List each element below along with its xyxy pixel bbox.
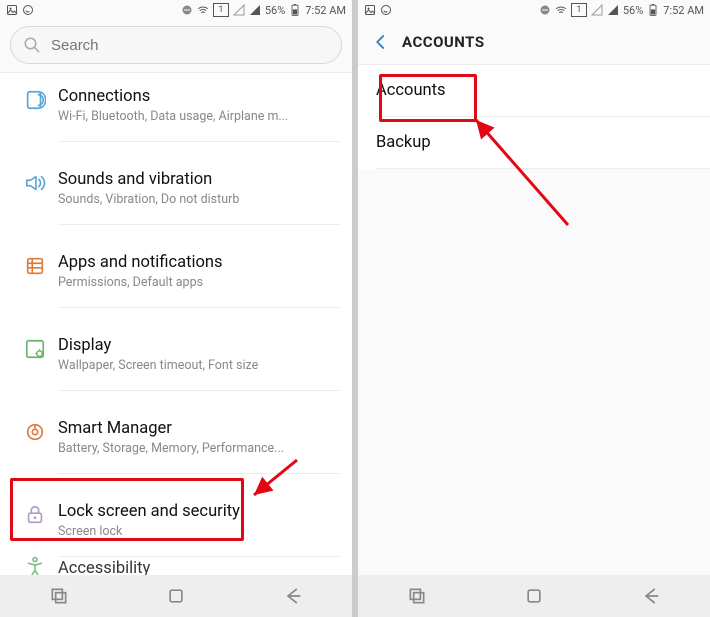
row-accounts[interactable]: Accounts: [358, 65, 710, 116]
smart-icon: [24, 421, 46, 447]
recents-button[interactable]: [44, 581, 74, 611]
search-icon: [23, 36, 41, 54]
row-title: Display: [58, 336, 340, 355]
row-subtitle: Sounds, Vibration, Do not disturb: [58, 192, 318, 207]
home-button[interactable]: [519, 581, 549, 611]
sim-icon: 1: [571, 3, 587, 17]
row-smart[interactable]: Smart Manager Battery, Storage, Memory, …: [0, 405, 352, 488]
search-box[interactable]: [10, 26, 342, 64]
phone-settings: 1 56% 7:52 AM Connectio: [0, 0, 352, 617]
clock-text: 7:52 AM: [663, 4, 704, 17]
accounts-header: ACCOUNTS: [358, 20, 710, 64]
row-subtitle: Screen lock: [58, 524, 318, 539]
android-nav-bar: [0, 575, 352, 617]
wifi-icon: [197, 4, 209, 16]
signal-nosim-icon: [233, 4, 245, 16]
row-subtitle: Wallpaper, Screen timeout, Font size: [58, 358, 318, 373]
settings-list: Connections Wi-Fi, Bluetooth, Data usage…: [0, 72, 352, 575]
connections-icon: [24, 89, 46, 115]
android-nav-bar: [358, 575, 710, 617]
row-backup[interactable]: Backup: [358, 117, 710, 168]
row-connections[interactable]: Connections Wi-Fi, Bluetooth, Data usage…: [0, 73, 352, 156]
whatsapp-icon: [22, 4, 34, 16]
accessibility-icon: [24, 555, 46, 575]
row-title: Connections: [58, 87, 340, 106]
signal-icon: [249, 4, 261, 16]
whatsapp-icon: [380, 4, 392, 16]
dnd-icon: [539, 4, 551, 16]
row-subtitle: Wi-Fi, Bluetooth, Data usage, Airplane m…: [58, 109, 318, 124]
row-title: Lock screen and security: [58, 502, 340, 521]
header-title: ACCOUNTS: [402, 33, 485, 51]
image-icon: [6, 4, 18, 16]
back-button[interactable]: [278, 581, 308, 611]
status-bar: 1 56% 7:52 AM: [358, 0, 710, 20]
recents-button[interactable]: [402, 581, 432, 611]
phone-accounts: 1 56% 7:52 AM ACCOUNTS Accounts Backup: [358, 0, 710, 617]
row-title: Accessibility: [58, 559, 150, 576]
lock-icon: [24, 504, 46, 530]
battery-percent: 56%: [265, 4, 285, 17]
battery-icon: [647, 4, 659, 16]
sim-icon: 1: [213, 3, 229, 17]
back-button[interactable]: [636, 581, 666, 611]
dnd-icon: [181, 4, 193, 16]
signal-nosim-icon: [591, 4, 603, 16]
accounts-list: Accounts Backup: [358, 64, 710, 169]
row-subtitle: Battery, Storage, Memory, Performance...: [58, 441, 318, 456]
row-display[interactable]: Display Wallpaper, Screen timeout, Font …: [0, 322, 352, 405]
row-title: Apps and notifications: [58, 253, 340, 272]
row-sounds[interactable]: Sounds and vibration Sounds, Vibration, …: [0, 156, 352, 239]
status-bar: 1 56% 7:52 AM: [0, 0, 352, 20]
row-title: Smart Manager: [58, 419, 340, 438]
search-container: [0, 20, 352, 72]
row-title: Sounds and vibration: [58, 170, 340, 189]
search-input[interactable]: [49, 36, 329, 55]
back-nav-button[interactable]: [368, 29, 394, 55]
apps-icon: [24, 255, 46, 281]
battery-percent: 56%: [623, 4, 643, 17]
display-icon: [24, 338, 46, 364]
row-accessibility[interactable]: Accessibility: [0, 545, 352, 575]
row-title: Accounts: [376, 81, 446, 100]
row-apps[interactable]: Apps and notifications Permissions, Defa…: [0, 239, 352, 322]
row-subtitle: Permissions, Default apps: [58, 275, 318, 290]
wifi-icon: [555, 4, 567, 16]
home-button[interactable]: [161, 581, 191, 611]
row-title: Backup: [376, 133, 431, 152]
sounds-icon: [24, 172, 46, 198]
signal-icon: [607, 4, 619, 16]
clock-text: 7:52 AM: [305, 4, 346, 17]
image-icon: [364, 4, 376, 16]
battery-icon: [289, 4, 301, 16]
